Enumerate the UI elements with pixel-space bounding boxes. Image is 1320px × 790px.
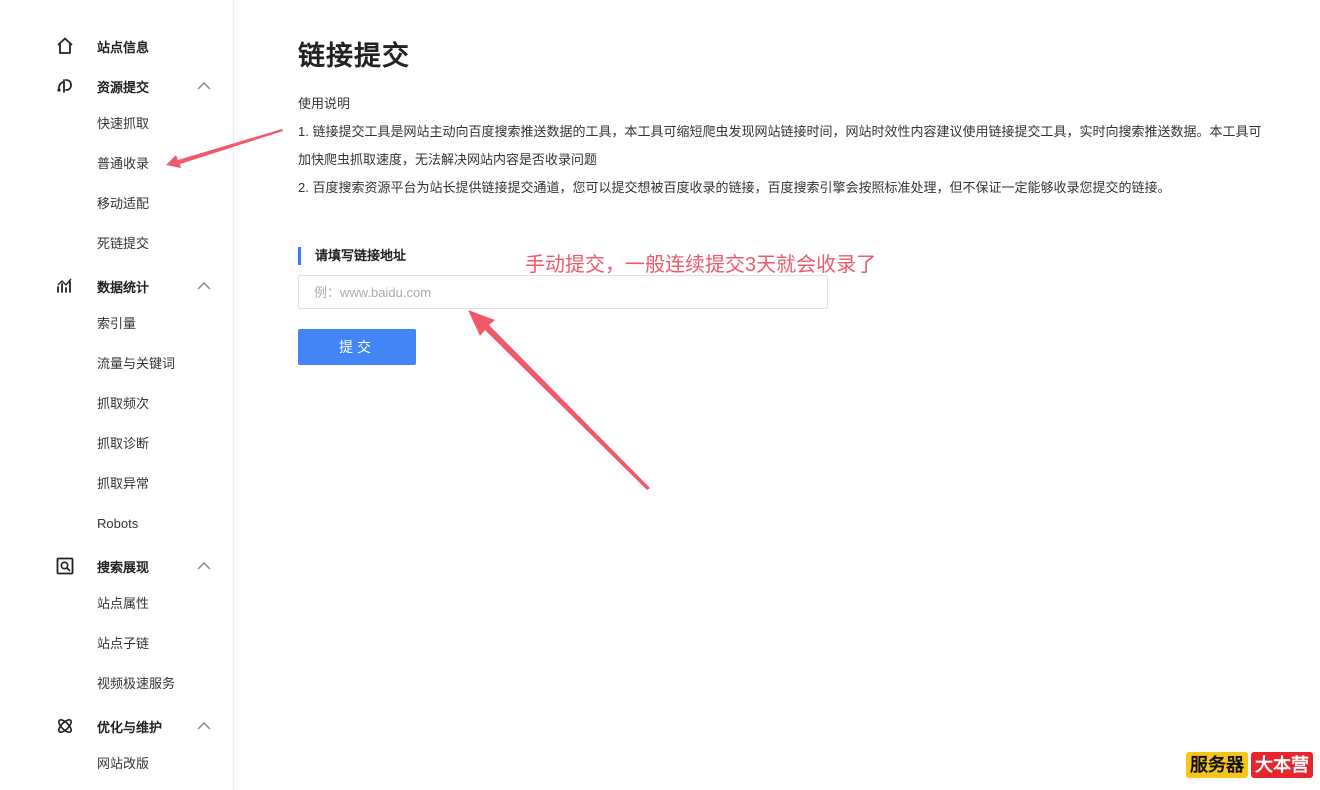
atom-icon xyxy=(54,715,76,737)
sidebar-item-label: 站点信息 xyxy=(97,39,150,55)
sidebar-item-site-attributes[interactable]: 站点属性 xyxy=(97,594,149,614)
watermark-part-1: 服务器 xyxy=(1186,752,1248,778)
sidebar-item-site-revision[interactable]: 网站改版 xyxy=(97,754,149,774)
sidebar-group-label: 优化与维护 xyxy=(97,719,163,735)
sidebar-item-normal-index[interactable]: 普通收录 xyxy=(97,154,149,174)
stats-chart-icon xyxy=(54,275,76,297)
usage-description: 使用说明 1. 链接提交工具是网站主动向百度搜索推送数据的工具，本工具可缩短爬虫… xyxy=(298,90,1263,202)
sidebar-item-crawl-diagnosis[interactable]: 抓取诊断 xyxy=(97,434,149,454)
sidebar-group-label: 数据统计 xyxy=(97,279,150,295)
url-input[interactable] xyxy=(298,275,828,309)
chevron-up-icon[interactable] xyxy=(196,719,212,733)
sidebar-item-fast-crawl[interactable]: 快速抓取 xyxy=(97,114,149,134)
sidebar-group-search-display[interactable]: 搜索展现 xyxy=(0,554,233,578)
sidebar-item-crawl-frequency[interactable]: 抓取频次 xyxy=(97,394,149,414)
submit-button[interactable]: 提交 xyxy=(298,329,416,365)
main-content: 链接提交 使用说明 1. 链接提交工具是网站主动向百度搜索推送数据的工具，本工具… xyxy=(298,0,1320,790)
search-display-icon xyxy=(54,555,76,577)
chevron-up-icon[interactable] xyxy=(196,79,212,93)
sidebar-item-crawl-errors[interactable]: 抓取异常 xyxy=(97,474,149,494)
sidebar-item-robots[interactable]: Robots xyxy=(97,514,138,534)
chevron-up-icon[interactable] xyxy=(196,559,212,573)
sidebar-group-resource-submit[interactable]: 资源提交 xyxy=(0,74,233,98)
sidebar-item-dead-link[interactable]: 死链提交 xyxy=(97,234,149,254)
sidebar-group-label: 搜索展现 xyxy=(97,559,150,575)
page-title: 链接提交 xyxy=(298,41,410,71)
sidebar-item-index-volume[interactable]: 索引量 xyxy=(97,314,136,334)
sidebar-item-site-sublinks[interactable]: 站点子链 xyxy=(97,634,149,654)
usage-heading: 使用说明 xyxy=(298,96,351,111)
home-icon xyxy=(54,35,76,57)
sidebar-item-traffic-keywords[interactable]: 流量与关键词 xyxy=(97,354,175,374)
watermark-part-2: 大本营 xyxy=(1251,752,1313,778)
sidebar-group-data-stats[interactable]: 数据统计 xyxy=(0,274,233,298)
chevron-up-icon[interactable] xyxy=(196,279,212,293)
annotation-text: 手动提交，一般连续提交3天就会收录了 xyxy=(525,254,877,276)
sidebar-item-video-service[interactable]: 视频极速服务 xyxy=(97,674,175,694)
usage-line-2: 2. 百度搜索资源平台为站长提供链接提交通道，您可以提交想被百度收录的链接，百度… xyxy=(298,180,1171,195)
sidebar-group-label: 资源提交 xyxy=(97,79,150,95)
section-label: 请填写链接地址 xyxy=(298,247,406,265)
link-upload-icon xyxy=(54,75,76,97)
usage-line-1: 1. 链接提交工具是网站主动向百度搜索推送数据的工具，本工具可缩短爬虫发现网站链… xyxy=(298,124,1262,167)
sidebar: 站点信息 资源提交 快速抓取 普通收录 移动适配 死链提交 数据统计 索引量 流… xyxy=(0,0,234,790)
sidebar-item-mobile-adapt[interactable]: 移动适配 xyxy=(97,194,149,214)
watermark-logo: 服务器 大本营 xyxy=(1186,752,1313,778)
sidebar-item-site-info[interactable]: 站点信息 xyxy=(0,34,233,58)
sidebar-group-optimize[interactable]: 优化与维护 xyxy=(0,714,233,738)
